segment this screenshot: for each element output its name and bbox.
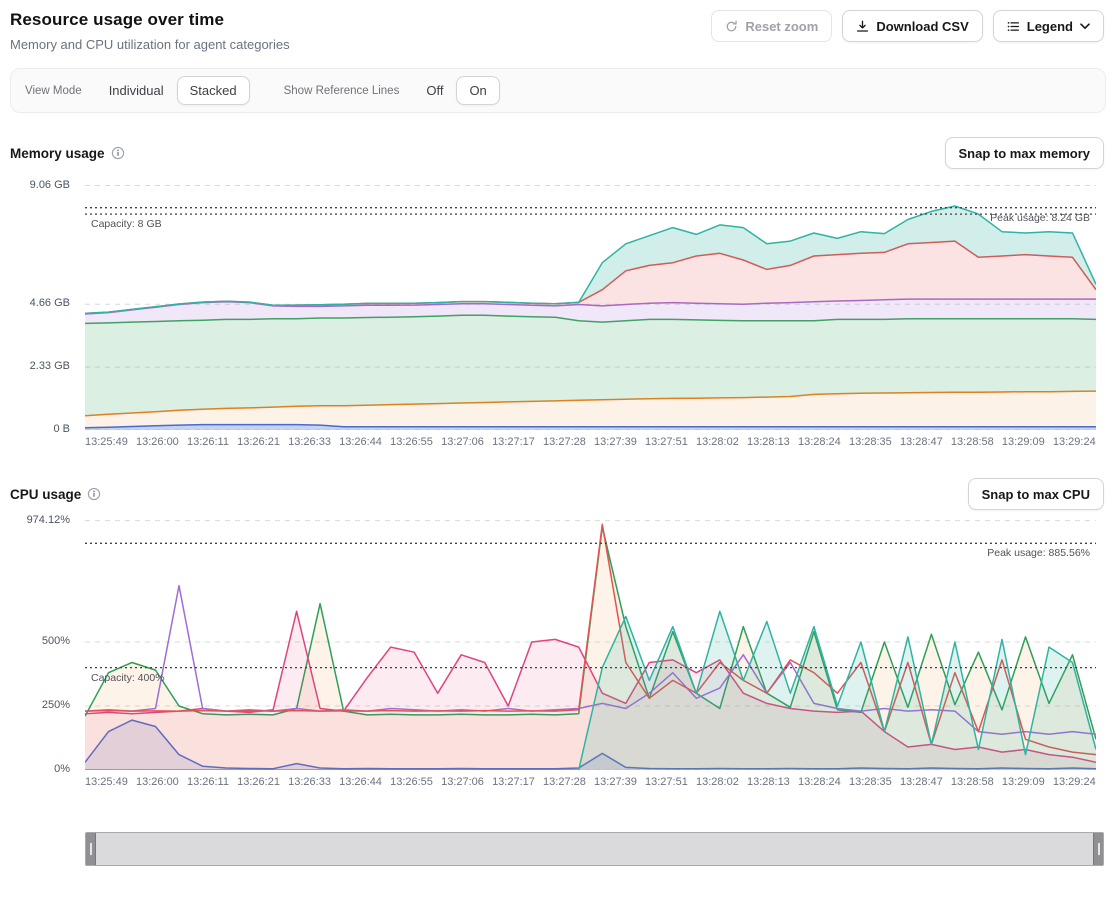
cpu-x-axis: 13:25:49 13:26:00 13:26:11 13:26:21 13:26:33… — [85, 776, 1096, 788]
memory-y-axis: 0 B 2.33 GB 4.66 GB 9.06 GB — [0, 175, 78, 460]
x-axis-tick: 13:26:11 — [187, 436, 229, 448]
x-axis-tick: 13:26:00 — [136, 436, 179, 448]
legend-label: Legend — [1027, 19, 1073, 34]
x-axis-tick: 13:28:24 — [798, 776, 841, 788]
x-axis-tick: 13:28:24 — [798, 436, 841, 448]
y-axis-tick: 500% — [42, 635, 70, 647]
cpu-title-text: CPU usage — [10, 487, 81, 502]
y-axis-tick: 9.06 GB — [30, 179, 70, 191]
x-axis-tick: 13:28:13 — [747, 776, 790, 788]
download-icon — [856, 20, 869, 33]
memory-x-axis: 13:25:49 13:26:00 13:26:11 13:26:21 13:26:33… — [85, 436, 1096, 448]
legend-list-icon — [1007, 20, 1020, 33]
view-mode-stacked[interactable]: Stacked — [177, 76, 250, 105]
info-icon[interactable] — [87, 487, 101, 501]
cpu-section-title: CPU usage — [10, 487, 101, 502]
y-axis-tick: 4.66 GB — [30, 297, 70, 309]
x-axis-tick: 13:28:02 — [696, 436, 739, 448]
x-axis-tick: 13:29:24 — [1053, 776, 1096, 788]
x-axis-tick: 13:27:51 — [645, 436, 688, 448]
snap-to-max-memory-button[interactable]: Snap to max memory — [945, 137, 1105, 169]
cpu-chart-plot[interactable] — [85, 516, 1096, 770]
header-actions: Reset zoom Download CSV Legend — [711, 10, 1104, 42]
x-axis-tick: 13:29:09 — [1002, 776, 1045, 788]
x-axis-tick: 13:28:02 — [696, 776, 739, 788]
x-axis-tick: 13:27:06 — [441, 436, 484, 448]
x-axis-tick: 13:27:39 — [594, 776, 637, 788]
reference-lines-on[interactable]: On — [456, 76, 499, 105]
legend-button[interactable]: Legend — [993, 10, 1104, 42]
x-axis-tick: 13:26:00 — [136, 776, 179, 788]
x-axis-tick: 13:26:21 — [237, 776, 280, 788]
x-axis-tick: 13:26:55 — [390, 776, 433, 788]
x-axis-tick: 13:27:17 — [492, 436, 535, 448]
y-axis-tick: 974.12% — [27, 514, 70, 526]
page-header: Resource usage over time Memory and CPU … — [0, 0, 1116, 52]
y-axis-tick: 250% — [42, 699, 70, 711]
memory-chart-plot[interactable] — [85, 175, 1096, 430]
view-mode-label: View Mode — [25, 85, 82, 97]
cpu-y-axis: 0% 250% 500% 974.12% — [0, 516, 78, 800]
y-axis-tick: 0% — [54, 763, 70, 775]
cpu-section-header: CPU usage Snap to max CPU — [10, 478, 1104, 510]
reference-lines-off[interactable]: Off — [413, 76, 456, 105]
x-axis-tick: 13:27:17 — [492, 776, 535, 788]
x-axis-tick: 13:25:49 — [85, 436, 128, 448]
x-axis-tick: 13:26:55 — [390, 436, 433, 448]
reset-zoom-button[interactable]: Reset zoom — [711, 10, 832, 42]
x-axis-tick: 13:26:44 — [339, 436, 382, 448]
brush-handle-right[interactable] — [1093, 833, 1103, 865]
reset-zoom-label: Reset zoom — [745, 19, 818, 34]
memory-section-title: Memory usage — [10, 146, 125, 161]
x-axis-tick: 13:26:33 — [288, 436, 331, 448]
cpu-chart: 0%250%500%974.12% Capacity: 400%Peak usa… — [0, 516, 1116, 800]
show-reference-lines-label: Show Reference Lines — [284, 85, 400, 97]
x-axis-tick: 13:27:06 — [441, 776, 484, 788]
brush-row — [85, 832, 1104, 866]
x-axis-tick: 13:26:44 — [339, 776, 382, 788]
memory-chart: 0 B2.33 GB4.66 GB9.06 GB Capacity: 8 GBP… — [0, 175, 1116, 460]
x-axis-tick: 13:28:47 — [900, 776, 943, 788]
x-axis-tick: 13:25:49 — [85, 776, 128, 788]
time-range-brush[interactable] — [85, 832, 1104, 866]
y-axis-tick: 2.33 GB — [30, 360, 70, 372]
view-controls-bar: View Mode Individual Stacked Show Refere… — [10, 68, 1106, 113]
download-csv-button[interactable]: Download CSV — [842, 10, 982, 42]
reset-zoom-icon — [725, 20, 738, 33]
x-axis-tick: 13:27:28 — [543, 776, 586, 788]
snap-to-max-cpu-button[interactable]: Snap to max CPU — [968, 478, 1104, 510]
x-axis-tick: 13:28:58 — [951, 436, 994, 448]
y-axis-tick: 0 B — [53, 423, 70, 435]
view-mode-individual[interactable]: Individual — [96, 76, 177, 105]
info-icon[interactable] — [111, 146, 125, 160]
x-axis-tick: 13:29:24 — [1053, 436, 1096, 448]
download-csv-label: Download CSV — [876, 19, 968, 34]
x-axis-tick: 13:28:47 — [900, 436, 943, 448]
x-axis-tick: 13:27:28 — [543, 436, 586, 448]
x-axis-tick: 13:26:21 — [237, 436, 280, 448]
page-subtitle: Memory and CPU utilization for agent cat… — [10, 37, 290, 52]
x-axis-tick: 13:26:11 — [187, 776, 229, 788]
brush-handle-left[interactable] — [86, 833, 96, 865]
x-axis-tick: 13:26:33 — [288, 776, 331, 788]
x-axis-tick: 13:28:35 — [849, 436, 892, 448]
x-axis-tick: 13:28:13 — [747, 436, 790, 448]
x-axis-tick: 13:27:51 — [645, 776, 688, 788]
memory-title-text: Memory usage — [10, 146, 105, 161]
x-axis-tick: 13:27:39 — [594, 436, 637, 448]
page-title: Resource usage over time — [10, 10, 290, 30]
x-axis-tick: 13:28:58 — [951, 776, 994, 788]
memory-section-header: Memory usage Snap to max memory — [10, 137, 1104, 169]
x-axis-tick: 13:28:35 — [849, 776, 892, 788]
header-text: Resource usage over time Memory and CPU … — [10, 10, 290, 52]
chevron-down-icon — [1080, 23, 1090, 30]
x-axis-tick: 13:29:09 — [1002, 436, 1045, 448]
